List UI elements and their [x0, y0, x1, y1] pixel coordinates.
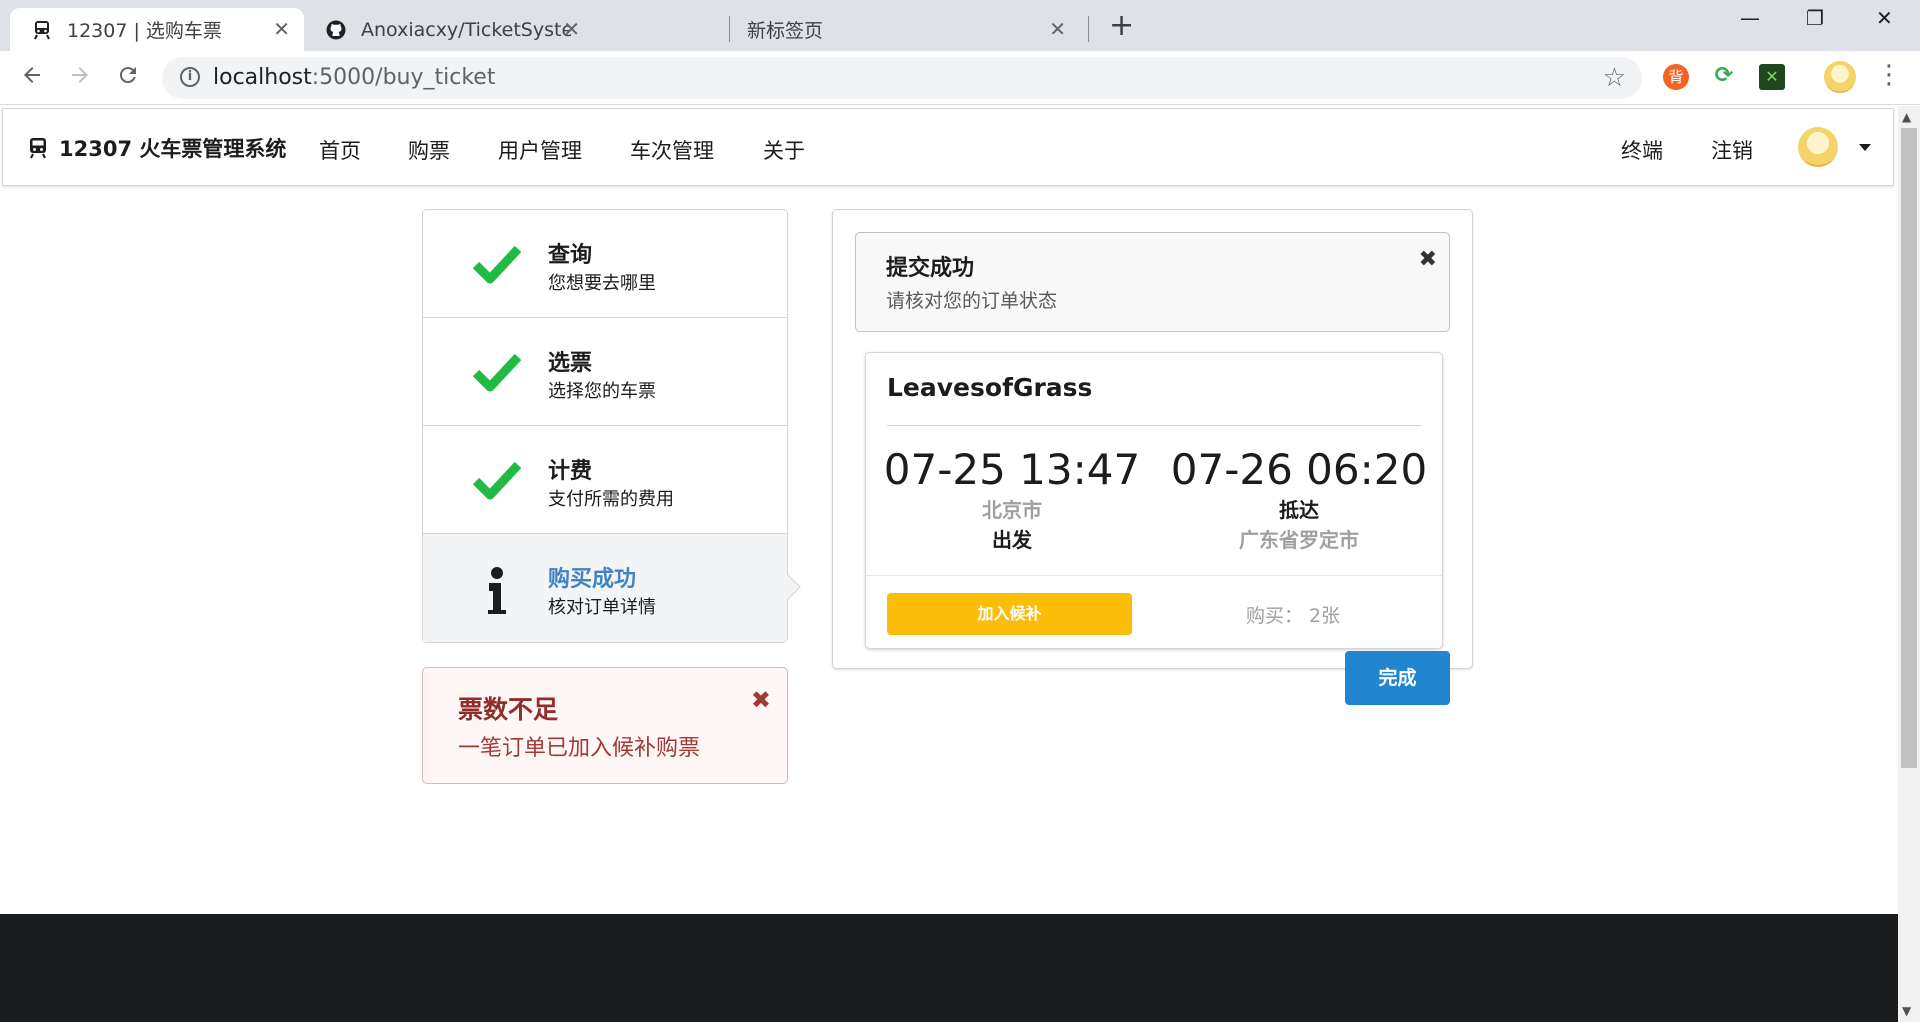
- done-button[interactable]: 完成: [1345, 651, 1450, 705]
- top-menu: 12307 火车票管理系统 首页 购票 用户管理 车次管理 关于 终端 注销: [2, 108, 1894, 186]
- url-host: localhost: [213, 65, 312, 90]
- ticket-card: LeavesofGrass 07-25 13:47 北京市 出发 07-26 0…: [865, 352, 1443, 649]
- address-bar[interactable]: i localhost:5000/buy_ticket ☆: [162, 57, 1642, 99]
- url-text[interactable]: localhost:5000/buy_ticket: [213, 65, 495, 90]
- page-footer: [0, 914, 1898, 1022]
- step-success: 购买成功 核对订单详情: [423, 534, 801, 642]
- back-button[interactable]: [20, 63, 44, 93]
- train-icon: [30, 138, 46, 159]
- info-icon[interactable]: i: [180, 67, 200, 87]
- reload-icon: [119, 67, 136, 84]
- user-avatar[interactable]: [1798, 127, 1838, 167]
- departure-label: 出发: [992, 528, 1032, 552]
- step-billing: 计费 支付所需的费用: [423, 426, 787, 534]
- tab-separator: [1088, 16, 1089, 42]
- step-select: 选票 选择您的车票: [423, 318, 787, 426]
- train-name: LeavesofGrass: [887, 373, 1093, 402]
- browser-tab[interactable]: Anoxiacxy/TicketSystem: 2020 ✕: [304, 8, 594, 51]
- submit-success-message: 提交成功 请核对您的订单状态 ✖: [855, 232, 1450, 332]
- card-footer-divider: [866, 575, 1442, 576]
- url-path: :5000/buy_ticket: [311, 65, 496, 90]
- tab-title: 12307 | 选购车票: [67, 20, 222, 42]
- close-window-button[interactable]: ✕: [1876, 6, 1893, 30]
- restore-button[interactable]: ❐: [1806, 6, 1824, 30]
- nav-train-management[interactable]: 车次管理: [630, 135, 714, 165]
- profile-avatar-icon[interactable]: [1824, 61, 1856, 93]
- browser-toolbar: i localhost:5000/buy_ticket ☆ 背 ⟳ ✕ ⋮: [0, 51, 1920, 105]
- arrival-info: 07-26 06:20 抵达 广东省罗定市: [1169, 445, 1429, 555]
- forward-button[interactable]: [68, 63, 92, 93]
- arrival-station: 广东省罗定市: [1239, 528, 1359, 552]
- step-description: 您想要去哪里: [548, 273, 656, 294]
- nav-home[interactable]: 首页: [319, 135, 361, 165]
- divider: [887, 425, 1421, 426]
- scrollbar-thumb[interactable]: [1901, 128, 1917, 768]
- step-title: 选票: [548, 351, 593, 376]
- train-icon: [34, 20, 50, 39]
- nav-about[interactable]: 关于: [763, 135, 805, 165]
- arrival-time: 07-26 06:20: [1170, 445, 1428, 494]
- step-query: 查询 您想要去哪里: [423, 210, 787, 318]
- step-pointer: [775, 574, 801, 600]
- extension-orange-icon[interactable]: 背: [1663, 64, 1689, 90]
- vertical-scrollbar[interactable]: ▲ ▼: [1898, 106, 1920, 1022]
- arrow-left-icon: [24, 67, 40, 83]
- nav-logout[interactable]: 注销: [1711, 135, 1753, 165]
- check-icon: [473, 245, 521, 284]
- dropdown-caret-icon[interactable]: [1859, 144, 1871, 151]
- step-title: 计费: [548, 459, 593, 484]
- step-title: 购买成功: [548, 567, 637, 592]
- github-icon: [326, 20, 346, 39]
- departure-time: 07-25 13:47: [883, 445, 1141, 494]
- step-title: 查询: [548, 243, 593, 268]
- bookmark-star-icon[interactable]: ☆: [1603, 63, 1626, 93]
- departure-info: 07-25 13:47 北京市 出发: [882, 445, 1142, 555]
- join-waitlist-button[interactable]: 加入候补: [887, 593, 1132, 635]
- info-icon: [488, 567, 506, 614]
- check-icon: [473, 353, 521, 392]
- new-tab-button[interactable]: +: [1109, 11, 1134, 41]
- close-tab-icon[interactable]: ✕: [563, 19, 580, 39]
- message-text: 一笔订单已加入候补购票: [458, 736, 701, 761]
- check-icon: [473, 461, 521, 500]
- purchase-quantity: 购买： 2张: [1246, 605, 1341, 627]
- step-description: 选择您的车票: [548, 381, 656, 402]
- message-text: 请核对您的订单状态: [886, 290, 1058, 312]
- step-description: 核对订单详情: [548, 597, 656, 618]
- scroll-up-icon[interactable]: ▲: [1902, 110, 1911, 124]
- message-header: 票数不足: [458, 695, 559, 724]
- arrival-label: 抵达: [1279, 498, 1319, 522]
- nav-terminal[interactable]: 终端: [1621, 135, 1663, 165]
- page-viewport: 12307 火车票管理系统 首页 购票 用户管理 车次管理 关于 终端 注销 查…: [0, 106, 1898, 1022]
- tab-title: Anoxiacxy/TicketSystem: 2020: [361, 18, 571, 41]
- order-result-panel: 提交成功 请核对您的订单状态 ✖ LeavesofGrass 07-25 13:…: [832, 209, 1473, 669]
- departure-station: 北京市: [982, 498, 1042, 522]
- brand-title: 12307 火车票管理系统: [59, 137, 287, 161]
- close-tab-icon[interactable]: ✕: [1049, 19, 1066, 39]
- nav-user-management[interactable]: 用户管理: [498, 135, 582, 165]
- reload-button[interactable]: [116, 63, 140, 93]
- close-icon[interactable]: ✖: [1419, 247, 1437, 272]
- extension-dark-icon[interactable]: ✕: [1759, 64, 1785, 90]
- close-icon[interactable]: ✖: [751, 686, 771, 714]
- scroll-down-icon[interactable]: ▼: [1902, 1004, 1911, 1018]
- tab-title: 新标签页: [747, 20, 824, 42]
- browser-tabstrip: 12307 | 选购车票 ✕ Anoxiacxy/TicketSystem: 2…: [0, 0, 1920, 51]
- kebab-menu-icon[interactable]: ⋮: [1876, 61, 1902, 89]
- browser-tab-active[interactable]: 12307 | 选购车票 ✕: [10, 8, 304, 51]
- arrow-right-icon: [72, 67, 88, 83]
- brand[interactable]: 12307 火车票管理系统: [29, 133, 286, 163]
- step-description: 支付所需的费用: [548, 489, 674, 510]
- close-tab-icon[interactable]: ✕: [273, 19, 290, 39]
- insufficient-tickets-message: 票数不足 一笔订单已加入候补购票 ✖: [422, 667, 788, 784]
- minimize-button[interactable]: —: [1740, 6, 1760, 30]
- browser-tab[interactable]: 新标签页 ✕: [730, 8, 1080, 51]
- nav-buy-ticket[interactable]: 购票: [408, 135, 450, 165]
- message-header: 提交成功: [886, 256, 975, 281]
- extension-sync-icon[interactable]: ⟳: [1711, 64, 1737, 90]
- order-steps: 查询 您想要去哪里 选票 选择您的车票 计费 支付所需的费用 购买成功 核对订单…: [422, 209, 801, 643]
